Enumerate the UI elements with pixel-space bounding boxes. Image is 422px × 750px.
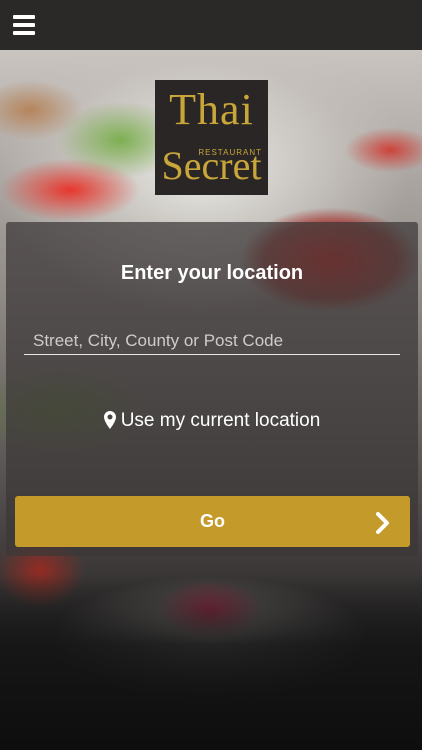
use-current-location-link[interactable]: Use my current location bbox=[6, 410, 418, 435]
logo-text-restaurant: RESTAURANT bbox=[198, 148, 262, 157]
map-pin-icon bbox=[103, 411, 116, 435]
hamburger-menu-icon[interactable] bbox=[13, 15, 35, 37]
go-button[interactable]: Go bbox=[15, 496, 410, 547]
logo-text-thai: Thai bbox=[169, 85, 254, 134]
use-current-location-label: Use my current location bbox=[120, 410, 321, 431]
location-heading: Enter your location bbox=[120, 262, 304, 284]
restaurant-logo: Thai Secret RESTAURANT bbox=[155, 80, 268, 195]
go-button-label: Go bbox=[200, 511, 225, 531]
location-input[interactable] bbox=[24, 327, 400, 355]
top-bar bbox=[0, 0, 422, 50]
chevron-right-icon bbox=[376, 512, 390, 539]
